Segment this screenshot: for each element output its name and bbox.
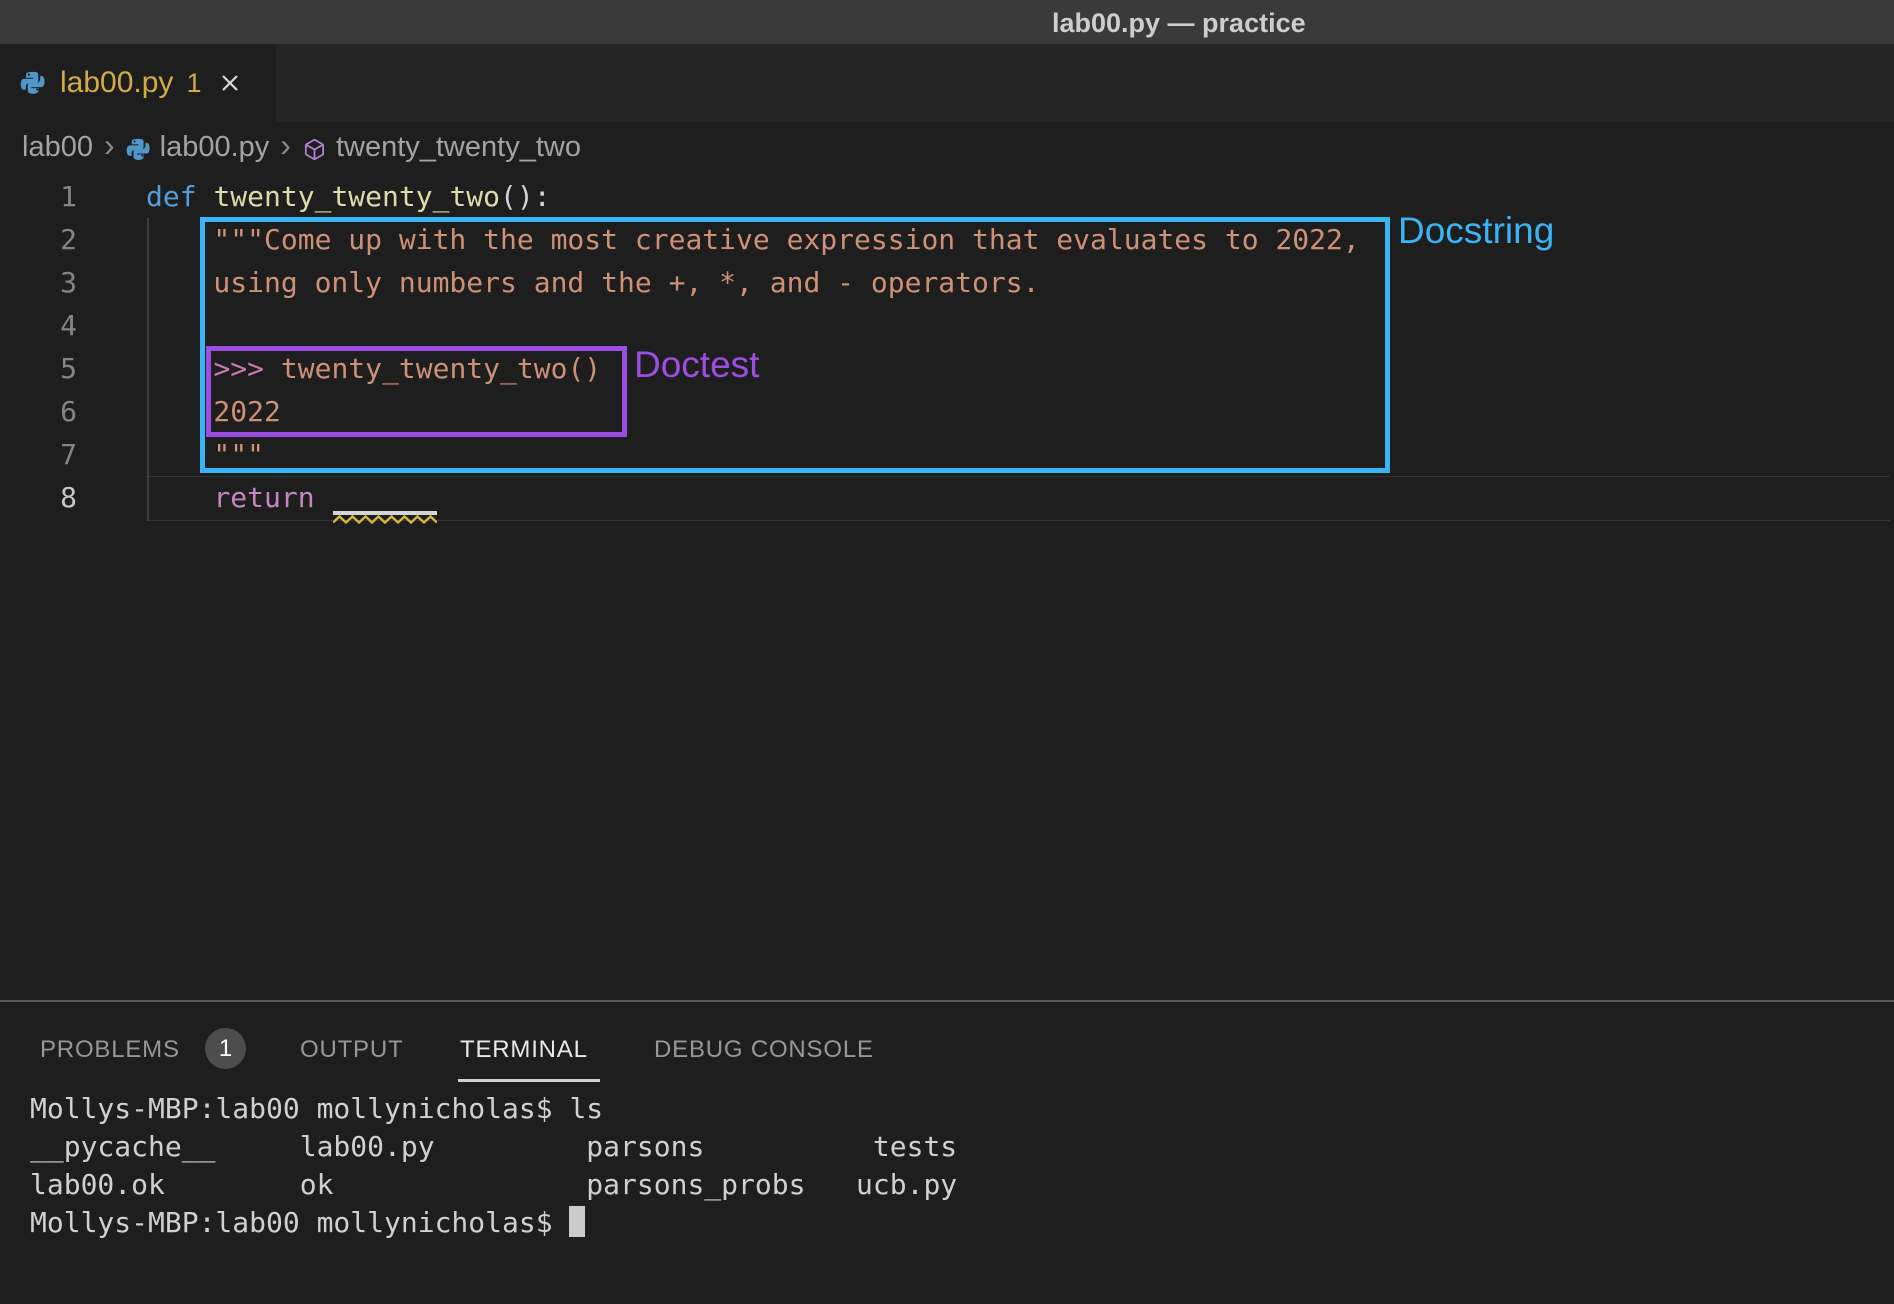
active-tab-underline — [458, 1079, 600, 1082]
line-number: 6 — [0, 390, 77, 433]
line-number: 5 — [0, 347, 77, 390]
tab-output[interactable]: OUTPUT — [300, 1036, 403, 1064]
tab-lab00py[interactable]: lab00.py 1 — [0, 44, 276, 122]
title-bar: lab00.py — practice — [0, 0, 1894, 44]
line-number: 4 — [0, 304, 77, 347]
breadcrumb: lab00 › lab00.py › twenty_twenty_two — [0, 122, 1894, 172]
bottom-panel: PROBLEMS 1 OUTPUT TERMINAL DEBUG CONSOLE… — [0, 1000, 1894, 1304]
tab-label[interactable]: lab00.py — [60, 66, 173, 100]
doctest-annotation-box — [206, 346, 627, 437]
tab-problems[interactable]: PROBLEMS — [40, 1036, 180, 1064]
chevron-right-icon: › — [280, 127, 291, 164]
code-token: def — [146, 180, 197, 213]
terminal-cursor — [569, 1206, 585, 1237]
terminal-line: Mollys-MBP:lab00 mollynicholas$ — [30, 1206, 569, 1239]
line-number: 1 — [0, 175, 77, 218]
chevron-right-icon: › — [104, 127, 115, 164]
tab-bar: lab00.py 1 — [0, 44, 1894, 122]
cube-icon — [302, 137, 327, 162]
code-token — [197, 180, 214, 213]
problems-count-badge: 1 — [205, 1028, 246, 1069]
code-token — [146, 481, 213, 514]
terminal-line: lab00.ok ok parsons_probs ucb.py — [30, 1168, 957, 1201]
line-number: 8 — [0, 476, 77, 519]
python-icon — [20, 70, 46, 96]
line-number: 3 — [0, 261, 77, 304]
breadcrumb-item-symbol[interactable]: twenty_twenty_two — [336, 131, 581, 164]
vscode-window: lab00.py — practice lab00.py 1 lab00 › l… — [0, 0, 1894, 1304]
tab-debug-console[interactable]: DEBUG CONSOLE — [654, 1036, 874, 1064]
tab-terminal[interactable]: TERMINAL — [460, 1036, 588, 1064]
warning-squiggle — [333, 515, 437, 524]
docstring-annotation-label: Docstring — [1398, 210, 1554, 252]
line-number: 7 — [0, 433, 77, 476]
terminal-output[interactable]: Mollys-MBP:lab00 mollynicholas$ ls __pyc… — [30, 1090, 957, 1242]
terminal-line: Mollys-MBP:lab00 mollynicholas$ ls — [30, 1092, 603, 1125]
doctest-annotation-label: Doctest — [634, 344, 759, 386]
code-token: (): — [500, 180, 551, 213]
code-text: def twenty_twenty_two(): — [146, 175, 551, 218]
code-token: twenty_twenty_two — [213, 180, 500, 213]
code-token: return — [213, 481, 314, 514]
tab-warning-count: 1 — [186, 68, 201, 99]
code-text: return — [146, 476, 331, 519]
code-editor[interactable]: 1def twenty_twenty_two():2 """Come up wi… — [0, 172, 1894, 1001]
code-line[interactable]: 8 return — [0, 476, 1894, 519]
line-number: 2 — [0, 218, 77, 261]
window-title: lab00.py — practice — [1052, 8, 1306, 39]
close-icon[interactable] — [220, 73, 240, 93]
python-icon — [126, 137, 151, 162]
code-token — [315, 481, 332, 514]
breadcrumb-item-file[interactable]: lab00.py — [160, 131, 270, 164]
breadcrumb-item-folder[interactable]: lab00 — [22, 131, 93, 164]
terminal-line: __pycache__ lab00.py parsons tests — [30, 1130, 957, 1163]
code-line[interactable]: 1 def twenty_twenty_two(): — [0, 175, 1894, 218]
